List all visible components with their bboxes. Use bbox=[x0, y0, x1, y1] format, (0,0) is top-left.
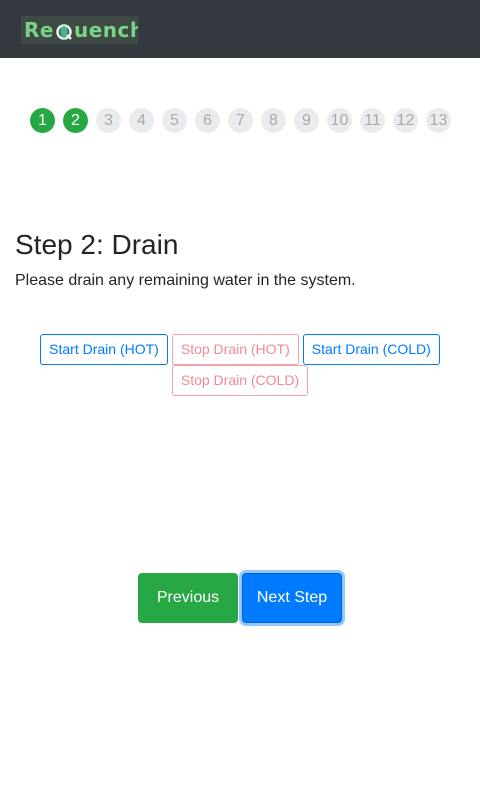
step-indicator-9: 9 bbox=[294, 108, 319, 133]
start-drain-cold-button[interactable]: Start Drain (COLD) bbox=[302, 334, 440, 365]
step-indicator-7: 7 bbox=[228, 108, 253, 133]
step-indicator-4: 4 bbox=[129, 108, 154, 133]
stop-drain-cold-button[interactable]: Stop Drain (COLD) bbox=[171, 365, 309, 396]
stepper: 1 2 3 4 5 6 7 8 9 10 11 12 13 bbox=[30, 108, 459, 133]
step-indicator-6: 6 bbox=[195, 108, 220, 133]
stop-drain-hot-button[interactable]: Stop Drain (HOT) bbox=[171, 334, 299, 365]
step-indicator-2: 2 bbox=[63, 108, 88, 133]
step-indicator-3: 3 bbox=[96, 108, 121, 133]
step-description: Please drain any remaining water in the … bbox=[15, 272, 356, 289]
step-indicator-5: 5 bbox=[162, 108, 187, 133]
logo-wordmark: Re uench bbox=[24, 18, 138, 42]
step-indicator-13: 13 bbox=[426, 108, 451, 133]
requench-logo[interactable]: Re uench bbox=[21, 16, 138, 44]
wizard-navigation: Previous Next Step bbox=[138, 573, 342, 623]
previous-button[interactable]: Previous bbox=[138, 573, 238, 623]
step-indicator-1: 1 bbox=[30, 108, 55, 133]
step-indicator-11: 11 bbox=[360, 108, 385, 133]
top-navbar: Re uench bbox=[0, 0, 480, 58]
step-indicator-8: 8 bbox=[261, 108, 286, 133]
logo-drop-icon bbox=[56, 23, 72, 40]
drain-controls: Start Drain (HOT) Stop Drain (HOT) Start… bbox=[0, 334, 480, 396]
step-indicator-12: 12 bbox=[393, 108, 418, 133]
next-step-button[interactable]: Next Step bbox=[242, 573, 342, 623]
step-indicator-10: 10 bbox=[327, 108, 352, 133]
start-drain-hot-button[interactable]: Start Drain (HOT) bbox=[40, 334, 168, 365]
step-title: Step 2: Drain bbox=[15, 229, 179, 260]
